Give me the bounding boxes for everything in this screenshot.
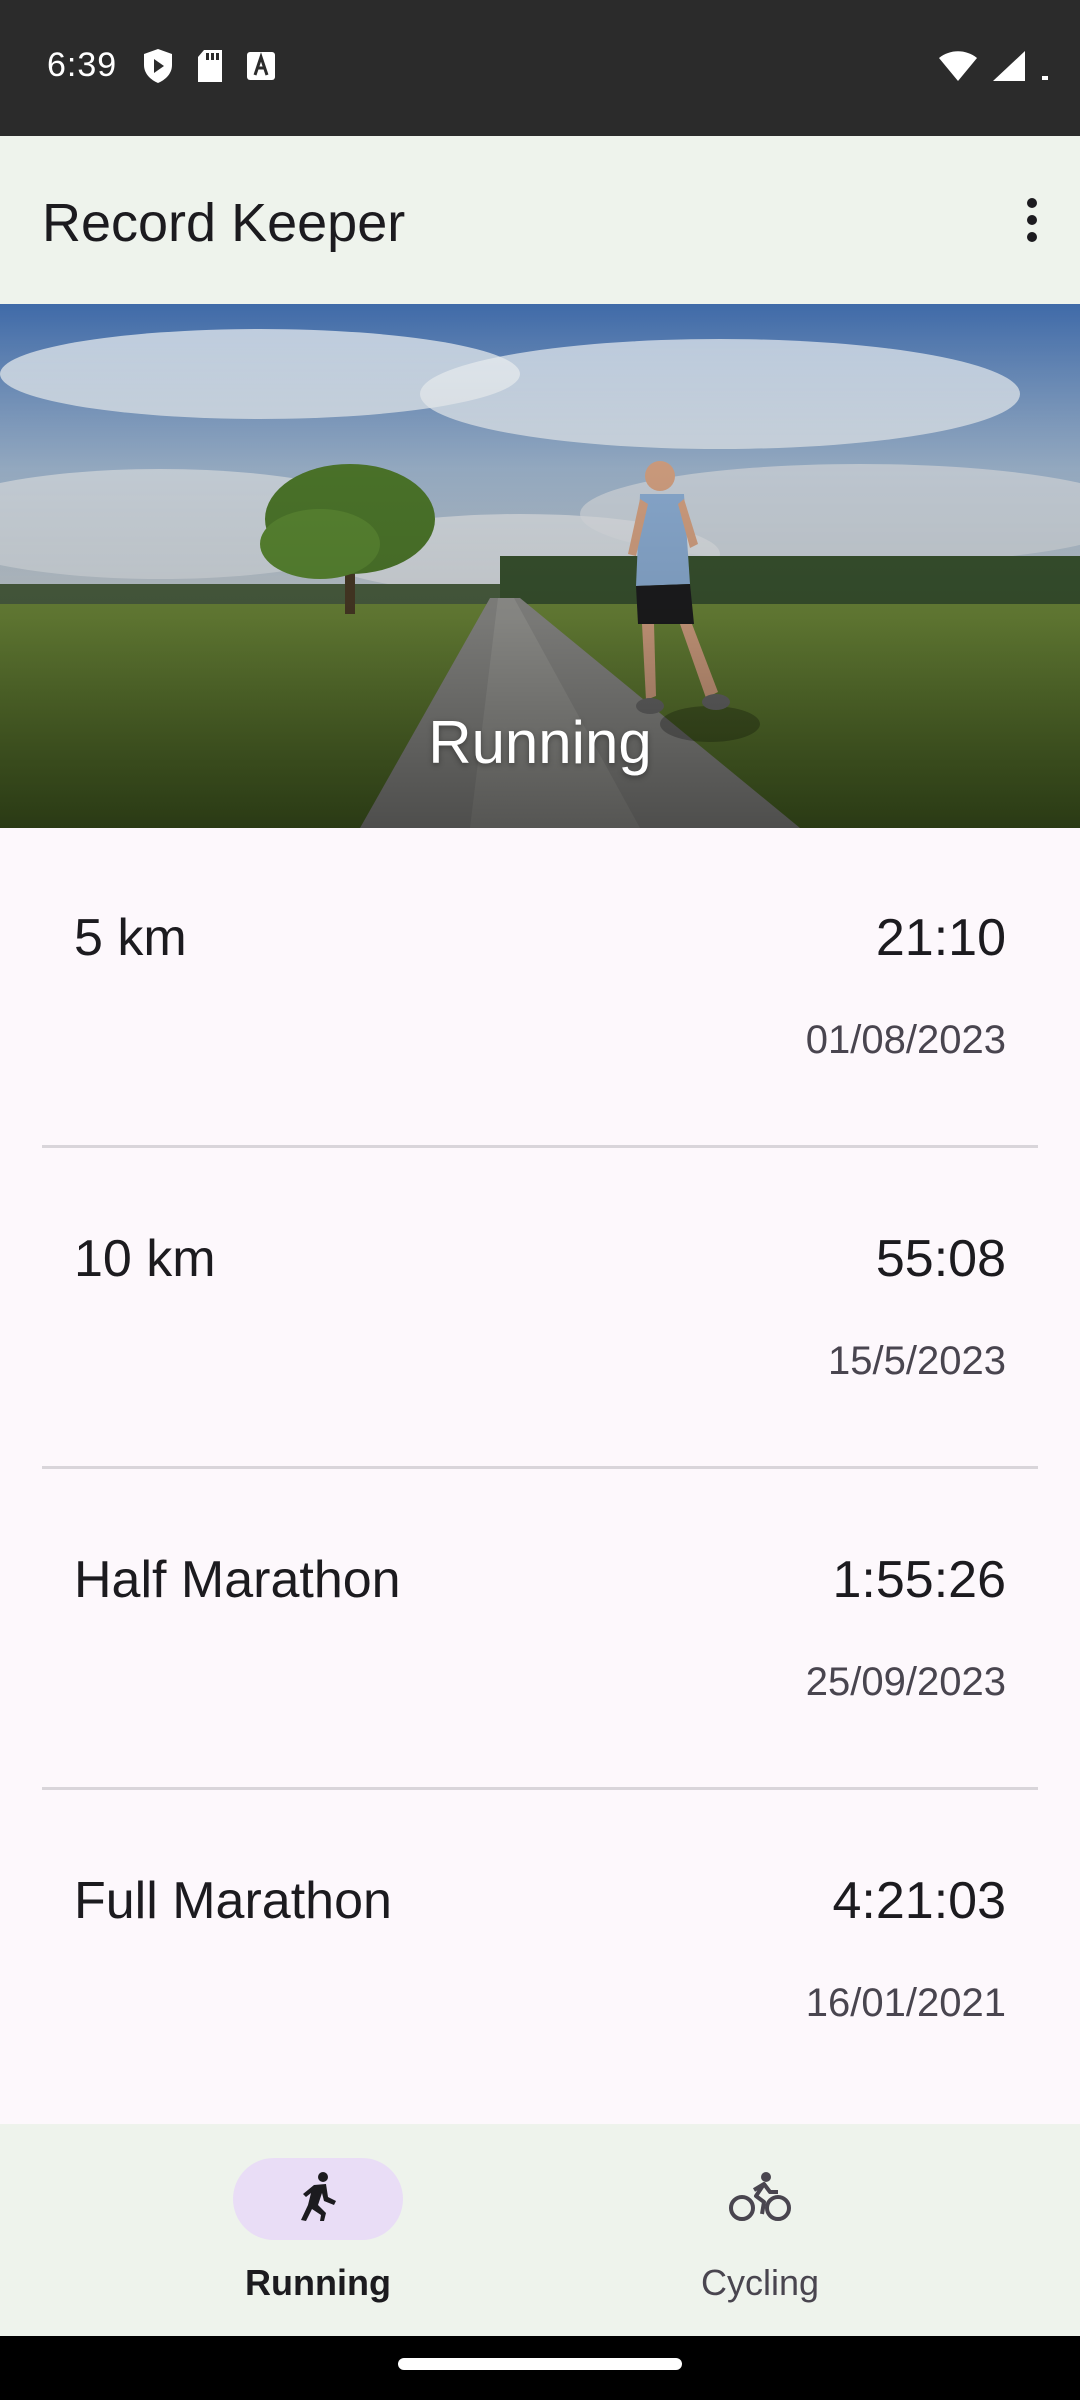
divider xyxy=(42,1145,1038,1148)
running-icon xyxy=(294,2171,342,2228)
status-icons-left xyxy=(142,48,276,89)
top-app-bar: Record Keeper xyxy=(0,136,1080,304)
home-gesture-handle[interactable] xyxy=(398,2358,682,2370)
record-time: 21:10 xyxy=(875,909,1006,967)
font-a-icon xyxy=(246,51,276,86)
divider xyxy=(42,1466,1038,1469)
record-time: 4:21:03 xyxy=(832,1872,1007,1930)
more-vert-icon xyxy=(1025,196,1039,249)
divider xyxy=(42,1787,1038,1790)
record-event: 5 km xyxy=(74,909,187,967)
app-title: Record Keeper xyxy=(42,193,406,253)
nav-indicator xyxy=(233,2158,403,2240)
overflow-menu-button[interactable] xyxy=(984,174,1080,270)
nav-item-running[interactable]: Running xyxy=(208,2158,428,2303)
record-event: 10 km xyxy=(74,1230,216,1288)
record-event: Half Marathon xyxy=(74,1551,401,1609)
record-row-10km[interactable]: 10 km 55:08 15/5/2023 xyxy=(42,1149,1038,1469)
battery-icon xyxy=(1040,50,1050,87)
nav-item-cycling[interactable]: Cycling xyxy=(650,2158,870,2303)
shield-icon xyxy=(142,48,174,89)
hero-title: Running xyxy=(428,709,652,776)
cycling-icon xyxy=(728,2170,792,2229)
nav-indicator xyxy=(675,2158,845,2240)
status-icons-right xyxy=(938,50,1050,87)
nav-label-cycling: Cycling xyxy=(700,2262,820,2303)
record-date: 25/09/2023 xyxy=(805,1660,1006,1704)
record-date: 15/5/2023 xyxy=(828,1339,1006,1383)
record-time: 55:08 xyxy=(875,1230,1006,1288)
record-row-half-marathon[interactable]: Half Marathon 1:55:26 25/09/2023 xyxy=(42,1470,1038,1790)
bottom-navigation: Running Cycling xyxy=(0,2124,1080,2336)
system-navigation-area xyxy=(0,2336,1080,2400)
record-event: Full Marathon xyxy=(74,1872,392,1930)
sd-card-icon xyxy=(196,49,224,88)
record-time: 1:55:26 xyxy=(832,1551,1007,1609)
record-row-5km[interactable]: 5 km 21:10 01/08/2023 xyxy=(42,828,1038,1148)
record-date: 16/01/2021 xyxy=(805,1981,1006,2025)
nav-label-running: Running xyxy=(245,2262,391,2303)
status-time: 6:39 xyxy=(47,46,118,84)
records-list: 5 km 21:10 01/08/2023 10 km 55:08 15/5/2… xyxy=(0,828,1080,2124)
record-row-full-marathon[interactable]: Full Marathon 4:21:03 16/01/2021 xyxy=(42,1791,1038,2111)
record-date: 01/08/2023 xyxy=(805,1018,1006,1062)
cellular-signal-icon xyxy=(992,50,1026,87)
status-bar: 6:39 xyxy=(0,0,1080,136)
wifi-icon xyxy=(938,50,978,87)
